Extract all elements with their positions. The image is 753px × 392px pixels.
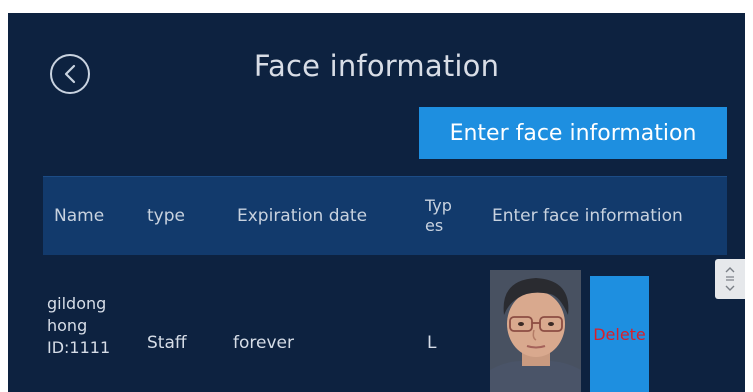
column-header-name: Name xyxy=(54,206,105,226)
name-first: gildong xyxy=(47,294,107,313)
column-header-type: type xyxy=(147,206,185,226)
user-id: ID:1111 xyxy=(47,338,111,357)
delete-button[interactable]: Delete xyxy=(590,276,649,392)
scrollbar-handle[interactable] xyxy=(715,259,745,299)
face-photo xyxy=(490,270,581,392)
table-header: Name type Expiration date Types Enter fa… xyxy=(43,176,727,255)
app-screen: Face information Enter face information … xyxy=(8,13,745,392)
type-cell: Staff xyxy=(147,333,187,353)
expiration-cell: forever xyxy=(233,333,294,353)
name-cell: gildong hong ID:1111 xyxy=(47,293,127,359)
column-header-expiration-date: Expiration date xyxy=(237,206,368,226)
scroll-grip-icon xyxy=(725,267,735,291)
face-photo-image xyxy=(490,270,581,392)
column-header-enter-face-information: Enter face information xyxy=(492,206,683,226)
types-cell: L xyxy=(427,333,437,353)
enter-face-information-button[interactable]: Enter face information xyxy=(419,107,727,159)
table-row: gildong hong ID:1111 Staff forever L Del… xyxy=(43,255,727,392)
name-last: hong xyxy=(47,316,88,335)
page-title: Face information xyxy=(253,49,500,83)
column-header-types: Types xyxy=(425,196,452,235)
